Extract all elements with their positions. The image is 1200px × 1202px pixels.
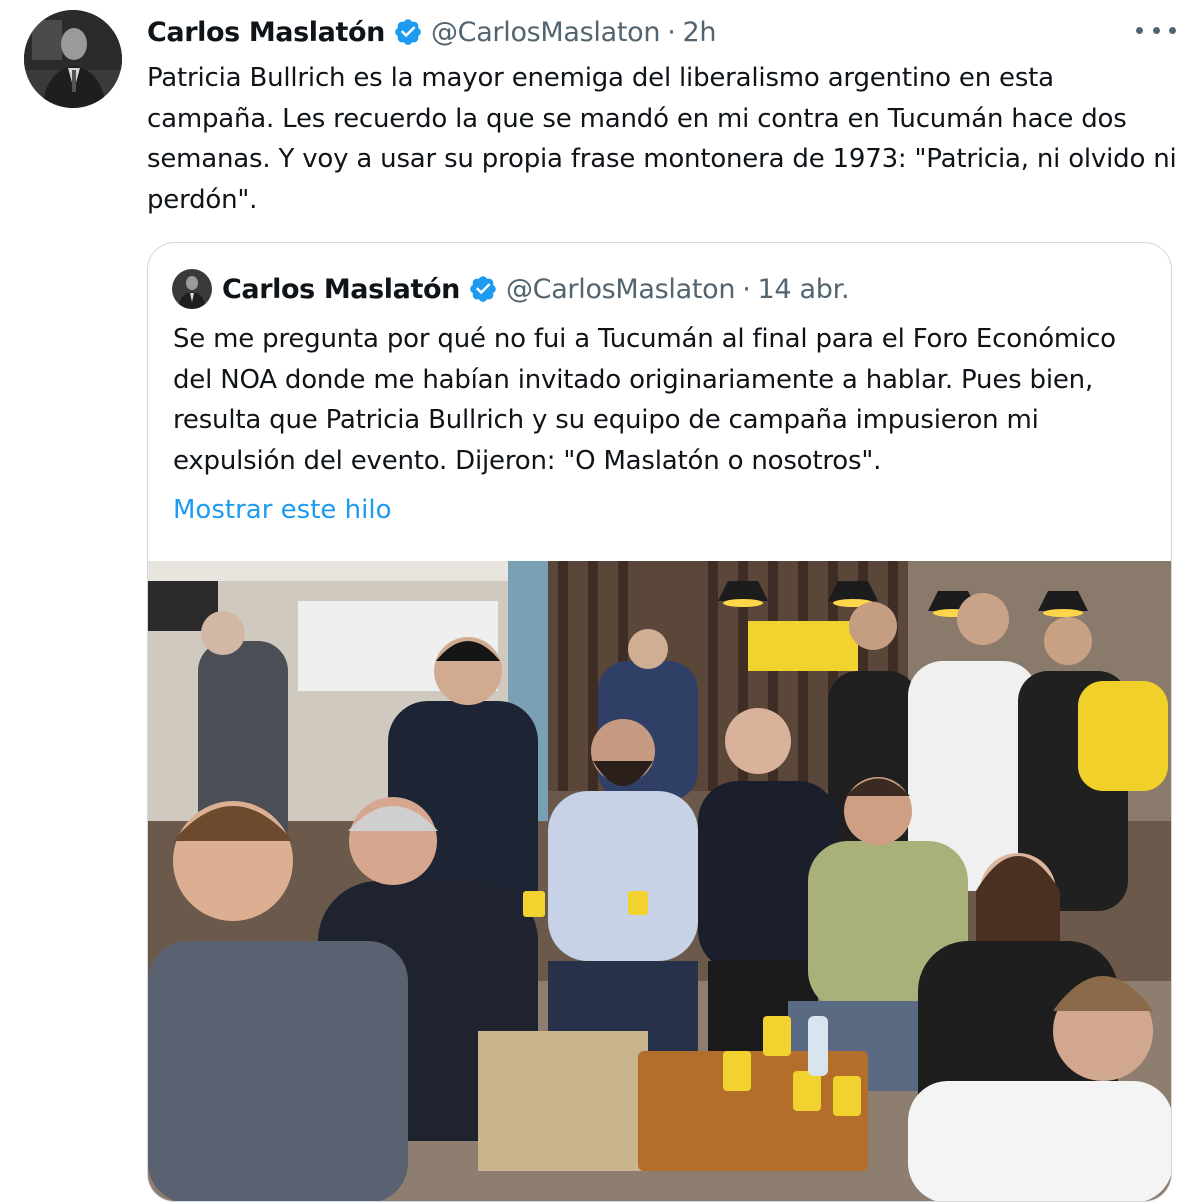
more-horizontal-icon	[1136, 26, 1143, 34]
show-thread-link[interactable]: Mostrar este hilo	[173, 490, 392, 530]
verified-badge-icon	[395, 19, 421, 45]
avatar-image	[172, 269, 212, 309]
quoted-tweet[interactable]: Carlos Maslatón @CarlosMaslaton · 14 abr…	[147, 242, 1172, 1202]
quoted-tweet-timestamp[interactable]: 14 abr.	[758, 274, 850, 305]
tweet-header: Carlos Maslatón @CarlosMaslaton · 2h	[147, 12, 717, 52]
quoted-author-avatar[interactable]	[172, 269, 212, 309]
quoted-author-name[interactable]: Carlos Maslatón	[222, 274, 460, 305]
verified-badge-icon	[470, 276, 496, 302]
quoted-author-handle[interactable]: @CarlosMaslaton	[506, 274, 736, 305]
group-photo-image	[148, 561, 1171, 1201]
author-name[interactable]: Carlos Maslatón	[147, 17, 385, 48]
quoted-tweet-photo[interactable]	[148, 561, 1171, 1201]
quoted-tweet-text: Se me pregunta por qué no fui a Tucumán …	[173, 324, 1116, 476]
tweet-text: Patricia Bullrich es la mayor enemiga de…	[147, 63, 1177, 215]
quoted-tweet-header: Carlos Maslatón @CarlosMaslaton · 14 abr…	[172, 269, 850, 309]
separator-dot: ·	[742, 273, 751, 305]
separator-dot: ·	[667, 16, 676, 48]
tweet-timestamp[interactable]: 2h	[683, 17, 717, 48]
author-handle[interactable]: @CarlosMaslaton	[431, 17, 661, 48]
more-options-button[interactable]	[1136, 18, 1176, 42]
author-avatar[interactable]	[24, 10, 122, 108]
avatar-image	[24, 10, 122, 108]
